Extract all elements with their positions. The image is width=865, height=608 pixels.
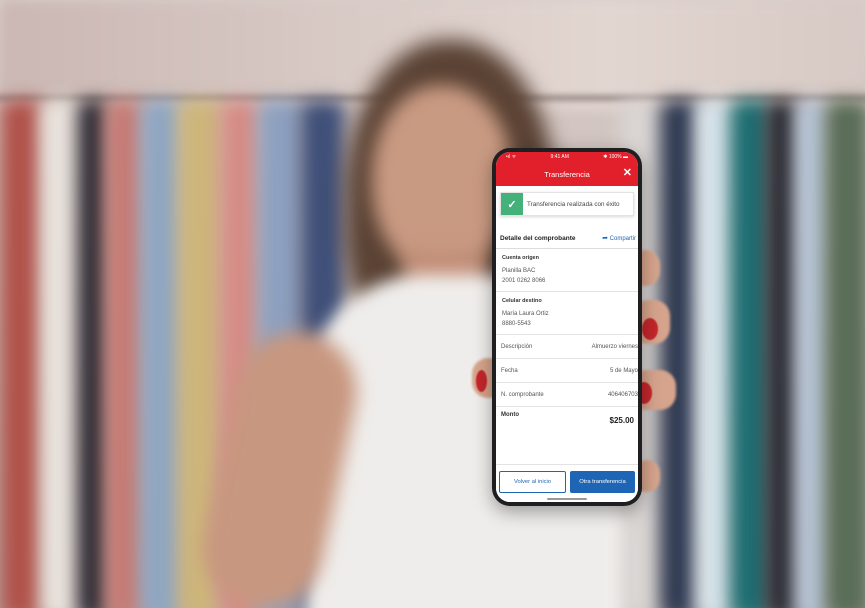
phone-screen: •ıl ᯤ 9:41 AM ✱ 100% ▬ Transferencia ✕ ✓… xyxy=(496,152,638,502)
woman-face xyxy=(372,85,512,275)
close-icon[interactable]: ✕ xyxy=(623,166,632,180)
status-time: 9:41 AM xyxy=(550,154,569,160)
source-account-number: 2001 0262 8066 xyxy=(502,278,546,284)
receipt-header: Detalle del comprobante ➦ Compartir xyxy=(496,232,638,244)
row-label: Fecha xyxy=(501,367,518,374)
check-icon: ✓ xyxy=(501,193,523,215)
action-bar: Volver al inicio Otra transferencia xyxy=(496,464,638,502)
destination-number: 8880-5543 xyxy=(502,321,531,327)
clothing-item xyxy=(140,100,182,608)
clothing-item xyxy=(730,100,770,608)
row-value: 5 de Mayo xyxy=(609,367,638,374)
red-nail xyxy=(476,370,487,392)
status-bar: •ıl ᯤ 9:41 AM ✱ 100% ▬ xyxy=(496,152,638,162)
battery-icon: ✱ 100% ▬ xyxy=(603,154,628,160)
clothing-item xyxy=(0,100,45,608)
app-header: Transferencia ✕ xyxy=(496,162,638,186)
clothing-item xyxy=(695,100,735,608)
success-banner: ✓ Transferencia realizada con éxito xyxy=(500,192,634,216)
clothing-item xyxy=(105,100,145,608)
source-account-name: Planilla BAC xyxy=(502,268,536,274)
clothing-item xyxy=(40,100,80,608)
row-label: N. comprobante xyxy=(501,391,544,398)
page-title: Transferencia xyxy=(544,169,590,179)
detail-row-description: Descripción Almuerzo viernes xyxy=(496,335,638,359)
clothing-item xyxy=(78,100,108,608)
row-label: Descripción xyxy=(501,343,533,350)
amount-value: $25.00 xyxy=(609,416,634,425)
new-transfer-button[interactable]: Otra transferencia xyxy=(570,471,635,493)
clothing-item xyxy=(660,100,700,608)
detail-row-receipt-number: N. comprobante 406406703 xyxy=(496,383,638,407)
row-value: Almuerzo viernes xyxy=(591,343,638,350)
receipt-title: Detalle del comprobante xyxy=(500,234,576,242)
clothing-item xyxy=(825,100,865,608)
signal-icon: •ıl ᯤ xyxy=(506,154,517,160)
destination-label: Celular destino xyxy=(502,298,542,304)
row-value: 406406703 xyxy=(607,391,638,398)
detail-row-amount: Monto $25.00 xyxy=(496,407,638,435)
source-account-block: Cuenta origen Planilla BAC 2001 0262 806… xyxy=(496,249,638,292)
detail-row-date: Fecha 5 de Mayo xyxy=(496,359,638,383)
destination-block: Celular destino María Laura Ortiz 8880-5… xyxy=(496,292,638,335)
share-button[interactable]: ➦ Compartir xyxy=(602,234,636,242)
smartphone: •ıl ᯤ 9:41 AM ✱ 100% ▬ Transferencia ✕ ✓… xyxy=(492,148,642,506)
blurred-background-photo xyxy=(0,0,865,608)
source-account-label: Cuenta origen xyxy=(502,255,539,261)
share-arrow-icon: ➦ xyxy=(602,235,608,242)
success-message: Transferencia realizada con éxito xyxy=(527,200,620,208)
share-label: Compartir xyxy=(609,236,636,242)
amount-label: Monto xyxy=(501,412,519,418)
destination-name: María Laura Ortiz xyxy=(502,311,549,317)
back-home-button[interactable]: Volver al inicio xyxy=(499,471,566,493)
home-indicator xyxy=(547,498,587,500)
red-nail xyxy=(642,318,658,340)
